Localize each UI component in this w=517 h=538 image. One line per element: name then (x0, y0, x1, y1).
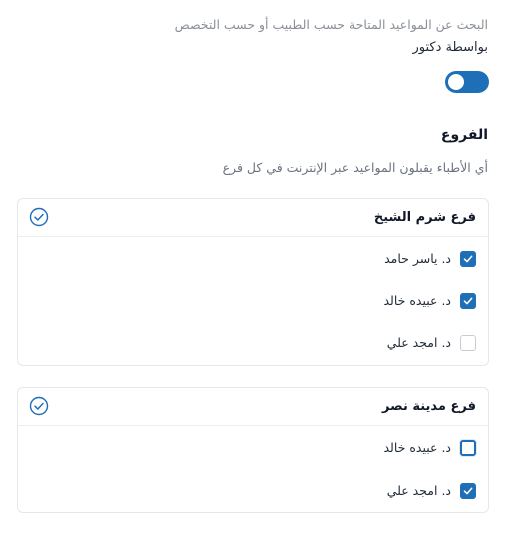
toggle-knob (448, 74, 464, 90)
doctor-row: د. امجد علي (30, 482, 476, 502)
search-description: البحث عن المواعيد المتاحة حسب الطبيب أو … (174, 17, 488, 32)
branch-card-nasr-city: فرع مدينة نصر د. عبيده خالد د. امجد علي (17, 387, 489, 513)
doctor-name: د. عبيده خالد (383, 293, 451, 308)
doctor-row: د. عبيده خالد (30, 439, 476, 459)
doctor-checkbox[interactable] (460, 293, 476, 309)
doctor-row: د. عبيده خالد (30, 292, 476, 312)
branches-subtitle: أي الأطباء يقبلون المواعيد عبر الإنترنت … (222, 160, 488, 175)
branches-title: الفروع (440, 127, 488, 143)
doctor-checkbox[interactable] (460, 483, 476, 499)
doctor-row: د. ياسر حامد (30, 250, 476, 270)
doctor-name: د. امجد علي (386, 483, 451, 498)
doctor-checkbox[interactable] (460, 335, 476, 351)
branch-header: فرع مدينة نصر (18, 388, 488, 426)
by-doctor-toggle[interactable] (445, 71, 489, 93)
doctor-name: د. امجد علي (386, 335, 451, 350)
branch-header: فرع شرم الشيخ (18, 199, 488, 237)
select-all-check-icon[interactable] (29, 207, 49, 227)
doctor-name: د. عبيده خالد (383, 440, 451, 455)
by-doctor-label: بواسطة دكتور (412, 40, 489, 55)
doctor-name: د. ياسر حامد (384, 251, 451, 266)
branch-name: فرع مدينة نصر (382, 399, 476, 414)
doctor-checkbox[interactable] (460, 251, 476, 267)
select-all-check-icon[interactable] (29, 396, 49, 416)
branch-card-sharm: فرع شرم الشيخ د. ياسر حامد د. عبيده خالد… (17, 198, 489, 366)
branch-name: فرع شرم الشيخ (373, 210, 476, 225)
doctor-row: د. امجد علي (30, 334, 476, 354)
doctor-checkbox[interactable] (460, 440, 476, 456)
